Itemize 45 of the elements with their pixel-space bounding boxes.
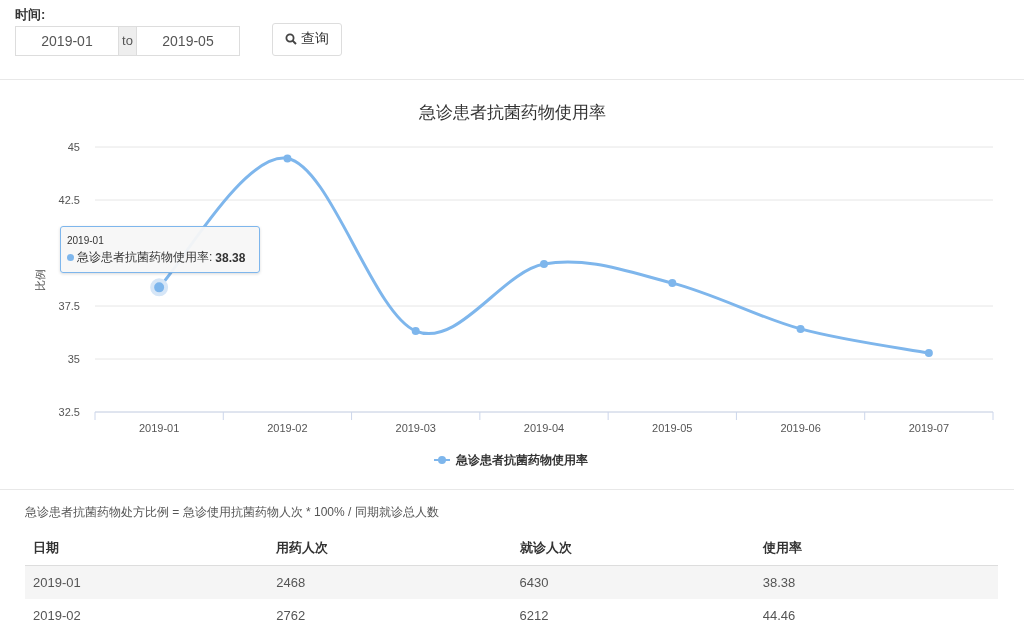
data-point[interactable] xyxy=(924,349,933,358)
x-tick-label: 2019-04 xyxy=(523,422,565,434)
x-tick-label: 2019-07 xyxy=(908,422,950,434)
x-tick-label: 2019-05 xyxy=(652,422,693,434)
highlighted-point[interactable] xyxy=(150,278,169,297)
x-tick-label: 2019-03 xyxy=(395,422,436,434)
tooltip-label: 急诊患者抗菌药物使用率: xyxy=(77,249,213,266)
chart-title: 急诊患者抗菌药物使用率 xyxy=(418,103,606,122)
y-tick-label: 45 xyxy=(67,141,80,153)
column-header: 使用率 xyxy=(754,531,998,566)
range-separator: to xyxy=(119,26,136,56)
data-point[interactable] xyxy=(540,260,548,268)
legend-item[interactable]: 急诊患者抗菌药物使用率 xyxy=(433,453,588,467)
table-cell: 2762 xyxy=(268,599,512,625)
table-cell: 2468 xyxy=(268,565,512,599)
series-dot-icon xyxy=(67,254,74,261)
table-cell: 2019-02 xyxy=(25,599,269,625)
table-cell: 2019-01 xyxy=(25,565,269,599)
data-point[interactable] xyxy=(796,324,805,333)
start-date-field[interactable]: 2019-01 xyxy=(15,26,119,56)
x-tick-label: 2019-06 xyxy=(780,422,821,434)
y-tick-label: 35 xyxy=(67,353,80,365)
table-cell: 38.38 xyxy=(754,565,998,599)
y-tick-label: 42.5 xyxy=(58,194,80,206)
table-cell: 6212 xyxy=(511,599,755,625)
tooltip-value: 38.38 xyxy=(215,250,246,265)
data-point[interactable] xyxy=(411,327,420,335)
column-header: 日期 xyxy=(25,531,269,566)
search-icon xyxy=(285,33,297,45)
query-button[interactable]: 查询 xyxy=(272,22,342,56)
end-date-field[interactable]: 2019-05 xyxy=(136,26,240,56)
y-tick-label: 37.5 xyxy=(58,300,80,312)
table-cell: 44.46 xyxy=(754,599,998,625)
column-header: 用药人次 xyxy=(268,531,512,566)
x-tick-label: 2019-02 xyxy=(267,422,308,434)
formula-text: 急诊患者抗菌药物处方比例 = 急诊使用抗菌药物人次 * 100% / 同期就诊总人数 xyxy=(25,504,440,521)
y-tick-label: 32.5 xyxy=(58,406,80,418)
table-cell: 6430 xyxy=(511,565,755,599)
time-label: 时间: xyxy=(15,6,47,24)
column-header: 就诊人次 xyxy=(511,531,755,566)
tooltip-title: 2019-01 xyxy=(67,235,105,246)
y-axis-title: 比例 xyxy=(34,269,46,291)
data-point[interactable] xyxy=(668,279,677,288)
data-point[interactable] xyxy=(283,154,292,163)
x-tick-label: 2019-01 xyxy=(138,422,180,434)
